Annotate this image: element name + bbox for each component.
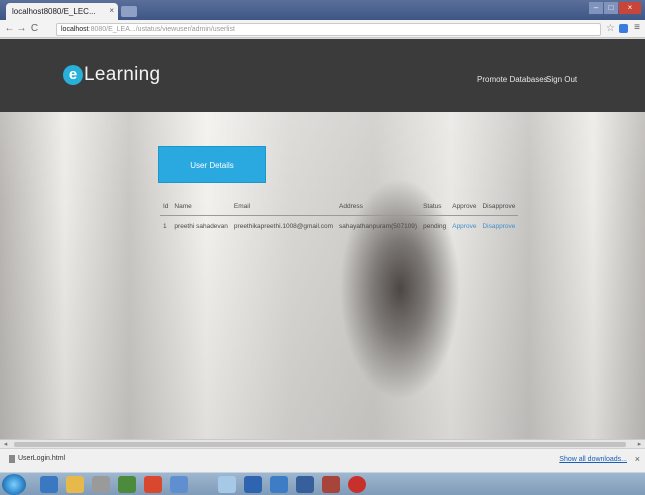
scrollbar-thumb[interactable]	[14, 442, 626, 447]
forward-icon[interactable]: →	[16, 23, 27, 34]
show-all-downloads-link[interactable]: Show all downloads...	[559, 456, 627, 463]
download-bar-close-icon[interactable]: ×	[635, 454, 640, 464]
col-name: Name	[171, 198, 231, 216]
cell-status: pending	[423, 223, 447, 230]
app-icon-2[interactable]	[170, 476, 188, 493]
app-icon-6[interactable]	[322, 476, 340, 493]
table-header-row: Id Name Email Address Status Approve Dis…	[160, 198, 519, 216]
start-button-icon[interactable]	[2, 474, 26, 495]
page-viewport: e Learning Promote Databases Sign Out Us…	[0, 39, 645, 439]
approve-link[interactable]: Approve	[449, 216, 479, 238]
address-row: ← → C localhost:8080/E_LEA.../ustatus/vi…	[0, 20, 645, 38]
logo-badge: e	[63, 65, 83, 85]
app-icon-5[interactable]	[296, 476, 314, 493]
cell-email: preethikapreethi.1008@gmail.com	[233, 223, 334, 230]
browser-tab[interactable]: localhost8080/E_LEC... ×	[6, 3, 118, 20]
tab-title: localhost8080/E_LEC...	[12, 7, 96, 16]
minimize-button[interactable]: –	[589, 2, 603, 14]
col-disapprove: Disapprove	[479, 198, 519, 216]
back-icon[interactable]: ←	[4, 23, 15, 34]
extension-icon[interactable]	[619, 24, 628, 33]
col-email: Email	[230, 198, 337, 216]
opera-icon[interactable]	[348, 476, 366, 493]
url-bar[interactable]: localhost:8080/E_LEA.../ustatus/viewuser…	[56, 23, 601, 36]
app-icon-3[interactable]	[218, 476, 236, 493]
url-path: :8080/E_LEA.../ustatus/viewuser/admin/us…	[88, 26, 235, 33]
os-taskbar	[0, 472, 645, 495]
app-icon-4[interactable]	[270, 476, 288, 493]
reload-icon[interactable]: C	[29, 23, 40, 34]
bookmark-star-icon[interactable]: ☆	[606, 23, 615, 34]
url-host: localhost	[61, 26, 89, 33]
logo-text: Learning	[84, 64, 161, 85]
download-bar: UserLogin.html Show all downloads... ×	[0, 448, 645, 472]
table-row: 1 preethi sahadevan preethikapreethi.100…	[160, 216, 518, 238]
window-controls: – □ ×	[589, 2, 641, 16]
site-navbar: e Learning Promote Databases Sign Out	[0, 39, 645, 112]
browser-titlebar: localhost8080/E_LEC... × – □ ×	[0, 0, 645, 20]
nav-promote-databases[interactable]: Promote Databases	[477, 75, 548, 84]
user-details-button[interactable]: User Details	[158, 146, 266, 183]
window-close-button[interactable]: ×	[619, 2, 641, 14]
tab-close-icon[interactable]: ×	[109, 6, 114, 15]
cell-address: sahayathanpuram(507109)	[339, 223, 418, 230]
maximize-button[interactable]: □	[604, 2, 618, 14]
media-icon[interactable]	[92, 476, 110, 493]
cell-name: preethi sahadevan	[174, 223, 228, 230]
site-logo[interactable]: e Learning	[63, 63, 160, 87]
browser-menu-icon[interactable]: ≡	[634, 22, 640, 33]
col-status: Status	[420, 198, 450, 216]
horizontal-scrollbar[interactable]: ◂ ▸	[0, 439, 645, 448]
col-approve: Approve	[449, 198, 480, 216]
scroll-left-icon[interactable]: ◂	[1, 440, 10, 448]
cell-id: 1	[163, 223, 167, 230]
app-icon-1[interactable]	[118, 476, 136, 493]
scroll-right-icon[interactable]: ▸	[635, 440, 644, 448]
users-table: Id Name Email Address Status Approve Dis…	[160, 198, 519, 238]
chrome-icon[interactable]	[144, 476, 162, 493]
word-icon[interactable]	[244, 476, 262, 493]
ie-icon[interactable]	[40, 476, 58, 493]
new-tab-button[interactable]	[121, 6, 137, 17]
download-item[interactable]: UserLogin.html	[8, 455, 65, 463]
col-id: Id	[160, 198, 172, 216]
disapprove-link[interactable]: Disapprove	[479, 216, 518, 238]
col-address: Address	[336, 198, 421, 216]
nav-sign-out[interactable]: Sign Out	[546, 75, 577, 84]
folder-icon[interactable]	[66, 476, 84, 493]
system-tray	[563, 474, 643, 495]
